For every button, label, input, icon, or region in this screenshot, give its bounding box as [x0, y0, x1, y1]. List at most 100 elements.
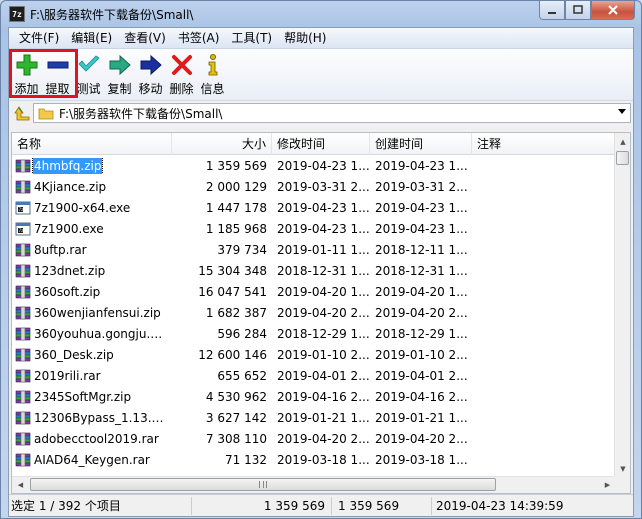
- file-created: 2018-12-31 1...: [375, 263, 468, 278]
- file-name: adobecctool2019.rar: [34, 431, 159, 446]
- title-bar[interactable]: 7z F:\服务器软件下载备份\Small\: [1, 1, 641, 27]
- path-input[interactable]: F:\服务器软件下载备份\Small\: [33, 103, 631, 123]
- file-name: 4Kjiance.zip: [34, 179, 107, 194]
- copy-button[interactable]: 复制: [104, 49, 135, 97]
- file-created: 2019-04-01 2...: [375, 368, 468, 383]
- file-name: 360wenjianfensui.zip: [34, 305, 161, 320]
- svg-text:7z: 7z: [19, 207, 24, 212]
- file-name-cell: 8uftp.rar: [12, 242, 172, 258]
- file-name-cell: adobecctool2019.rar: [12, 431, 172, 447]
- file-name: 7z1900-x64.exe: [34, 200, 131, 215]
- maximize-button[interactable]: [565, 1, 591, 20]
- menu-view[interactable]: 查看(V): [118, 28, 172, 49]
- table-row[interactable]: AIAD64_Keygen.rar 71 132 2019-03-18 1...…: [12, 449, 616, 470]
- file-modified: 2019-03-31 2...: [277, 179, 370, 194]
- close-button[interactable]: [591, 1, 635, 20]
- menu-bar: 文件(F) 编辑(E) 查看(V) 书签(A) 工具(T) 帮助(H): [9, 28, 633, 49]
- menu-tools[interactable]: 工具(T): [225, 28, 278, 49]
- table-row[interactable]: 360wenjianfensui.zip 1 682 387 2019-04-2…: [12, 302, 616, 323]
- file-name: 2345SoftMgr.zip: [34, 389, 132, 404]
- column-note-header[interactable]: 注释: [472, 133, 616, 155]
- status-size-selected: 1 359 569: [192, 496, 332, 515]
- minimize-button[interactable]: [539, 1, 565, 20]
- file-name: 360soft.zip: [34, 284, 101, 299]
- archive-file-icon: [15, 284, 31, 300]
- copy-arrow-icon: [109, 54, 131, 76]
- file-name-cell: 2345SoftMgr.zip: [12, 389, 172, 405]
- file-modified: 2019-01-21 1...: [277, 410, 370, 425]
- info-button[interactable]: 信息: [197, 49, 228, 97]
- chevron-down-icon[interactable]: [618, 109, 626, 115]
- table-row[interactable]: 12306Bypass_1.13.26.... 3 627 142 2019-0…: [12, 407, 616, 428]
- window-controls: [539, 1, 635, 20]
- test-label: 测试: [76, 82, 101, 96]
- move-button[interactable]: 移动: [135, 49, 166, 97]
- list-header: 名称 大小 修改时间 创建时间 注释: [12, 133, 616, 155]
- table-row[interactable]: 360soft.zip 16 047 541 2019-04-20 1... 2…: [12, 281, 616, 302]
- archive-file-icon: [15, 431, 31, 447]
- archive-file-icon: [15, 410, 31, 426]
- archive-file-icon: [15, 326, 31, 342]
- horizontal-scrollbar[interactable]: ◀ ▶: [12, 476, 616, 493]
- up-folder-button[interactable]: [11, 103, 33, 123]
- horizontal-scroll-thumb[interactable]: [30, 478, 496, 491]
- table-row[interactable]: 4hmbfq.zip 1 359 569 2019-04-23 1... 201…: [12, 155, 616, 176]
- file-size: 4 530 962: [205, 389, 267, 404]
- column-name-header[interactable]: 名称: [12, 133, 172, 155]
- file-name-cell: 12306Bypass_1.13.26....: [12, 410, 172, 426]
- file-name: AIAD64_Keygen.rar: [34, 452, 150, 467]
- table-row[interactable]: 4Kjiance.zip 2 000 129 2019-03-31 2... 2…: [12, 176, 616, 197]
- scroll-up-arrow[interactable]: ▲: [615, 133, 630, 150]
- exe-file-icon: 7z: [15, 200, 31, 216]
- status-selection: 选定 1 / 392 个项目: [9, 496, 192, 515]
- file-modified: 2019-04-23 1...: [277, 200, 370, 215]
- archive-file-icon: [15, 158, 31, 174]
- file-size: 1 682 387: [205, 305, 267, 320]
- archive-file-icon: [15, 389, 31, 405]
- table-row[interactable]: adobecctool2019.rar 7 308 110 2019-04-20…: [12, 428, 616, 449]
- file-modified: 2019-01-10 2...: [277, 347, 370, 362]
- table-row[interactable]: 7z 7z1900.exe 1 185 968 2019-04-23 1... …: [12, 218, 616, 239]
- vertical-scrollbar[interactable]: ▲ ▼: [614, 133, 630, 477]
- file-size: 16 047 541: [198, 284, 267, 299]
- file-created: 2019-03-18 1...: [375, 452, 468, 467]
- file-name: 123dnet.zip: [34, 263, 106, 278]
- column-created-header[interactable]: 创建时间: [370, 133, 472, 155]
- main-panel: 文件(F) 编辑(E) 查看(V) 书签(A) 工具(T) 帮助(H) 添加 提…: [8, 27, 634, 517]
- file-created: 2019-03-31 2...: [375, 179, 468, 194]
- column-modified-header[interactable]: 修改时间: [272, 133, 370, 155]
- table-row[interactable]: 2019rili.rar 655 652 2019-04-01 2... 201…: [12, 365, 616, 386]
- move-label: 移动: [138, 82, 163, 96]
- minimize-icon: [548, 12, 556, 14]
- file-size: 1 359 569: [205, 158, 267, 173]
- archive-file-icon: [15, 347, 31, 363]
- file-created: 2019-04-23 1...: [375, 221, 468, 236]
- file-created: 2019-04-20 2...: [375, 431, 468, 446]
- archive-file-icon: [15, 368, 31, 384]
- file-created: 2019-04-23 1...: [375, 200, 468, 215]
- vertical-scroll-thumb[interactable]: [616, 151, 629, 165]
- info-icon: [208, 54, 217, 76]
- menu-edit[interactable]: 编辑(E): [65, 28, 118, 49]
- archive-file-icon: [15, 452, 31, 468]
- archive-file-icon: [15, 242, 31, 258]
- scroll-left-arrow[interactable]: ◀: [12, 477, 29, 493]
- menu-file[interactable]: 文件(F): [13, 28, 65, 49]
- table-row[interactable]: 7z 7z1900-x64.exe 1 447 178 2019-04-23 1…: [12, 197, 616, 218]
- table-row[interactable]: 360youhua.gongju.zip 596 284 2018-12-29 …: [12, 323, 616, 344]
- table-row[interactable]: 8uftp.rar 379 734 2019-01-11 1... 2018-1…: [12, 239, 616, 260]
- menu-bookmarks[interactable]: 书签(A): [172, 28, 226, 49]
- file-modified: 2019-03-18 1...: [277, 452, 370, 467]
- scroll-down-arrow[interactable]: ▼: [615, 460, 630, 477]
- file-name-cell: 360wenjianfensui.zip: [12, 305, 172, 321]
- delete-button[interactable]: 删除: [166, 49, 197, 97]
- table-row[interactable]: 360_Desk.zip 12 600 146 2019-01-10 2... …: [12, 344, 616, 365]
- file-name: 8uftp.rar: [34, 242, 87, 257]
- status-bar: 选定 1 / 392 个项目 1 359 569 1 359 569 2019-…: [9, 494, 633, 516]
- file-name-cell: 360youhua.gongju.zip: [12, 326, 172, 342]
- table-row[interactable]: 2345SoftMgr.zip 4 530 962 2019-04-16 2..…: [12, 386, 616, 407]
- menu-help[interactable]: 帮助(H): [278, 28, 332, 49]
- svg-text:7z: 7z: [19, 228, 24, 233]
- column-size-header[interactable]: 大小: [172, 133, 272, 155]
- table-row[interactable]: 123dnet.zip 15 304 348 2018-12-31 1... 2…: [12, 260, 616, 281]
